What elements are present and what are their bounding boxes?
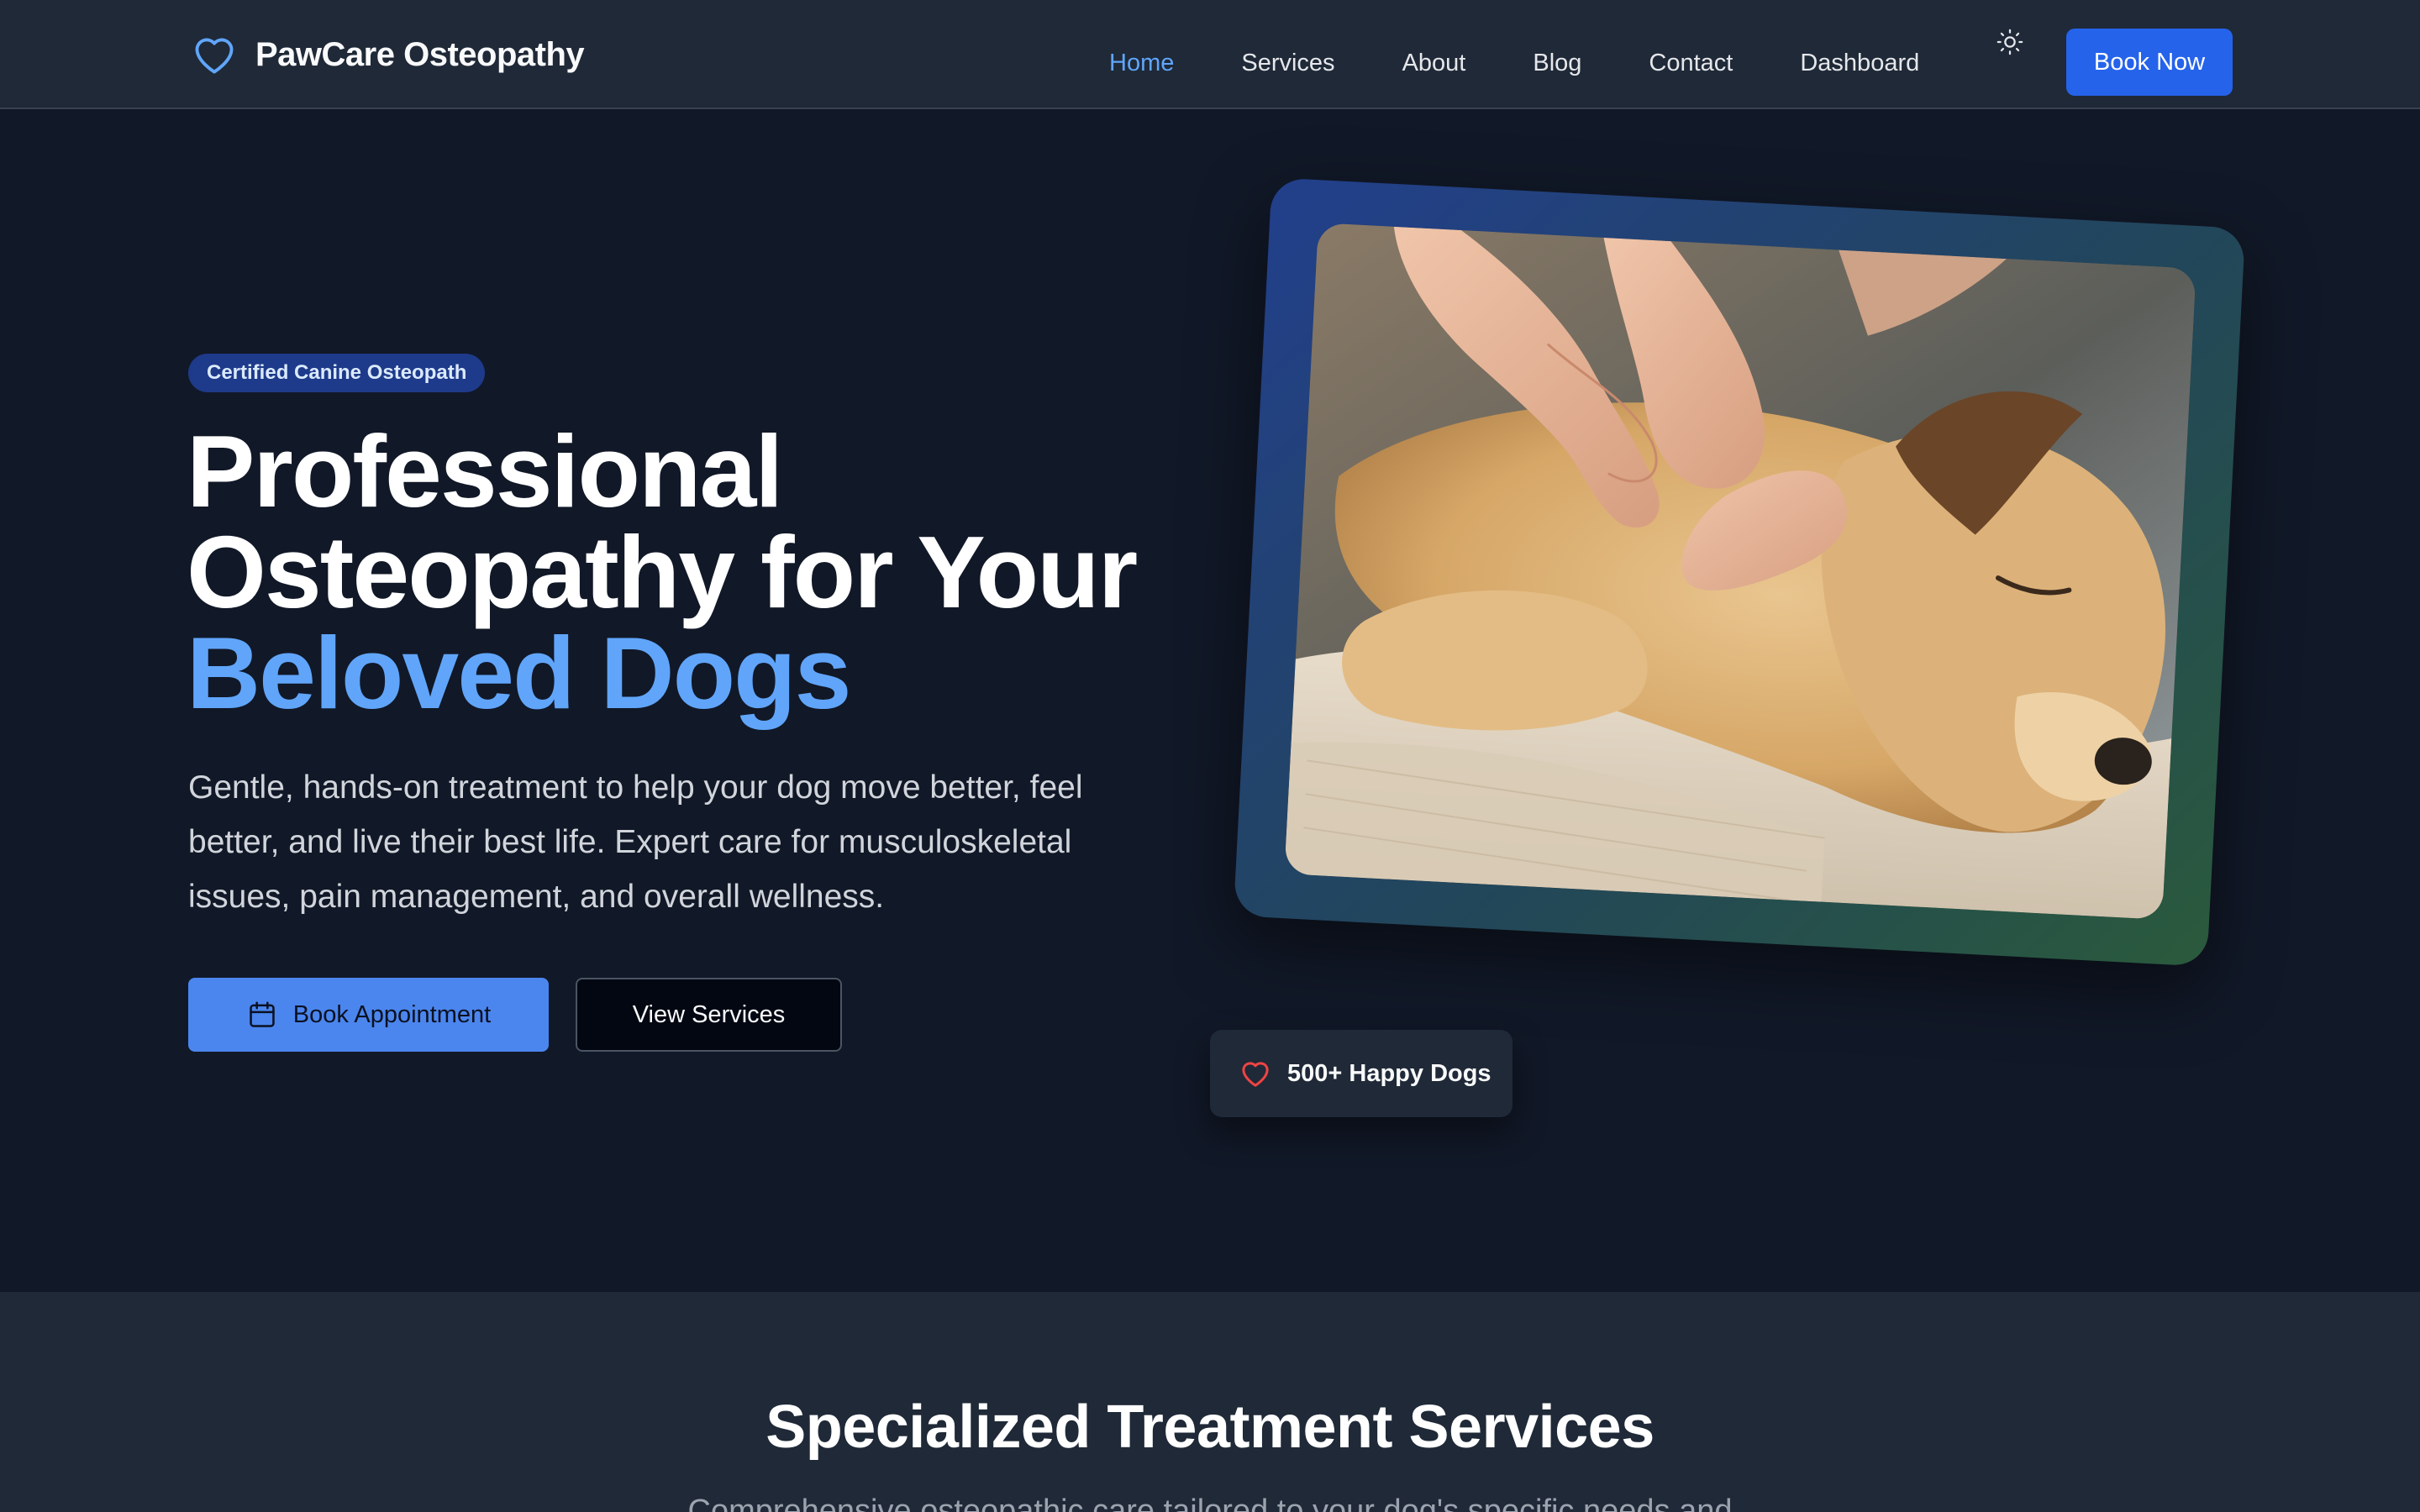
happy-dogs-card: 500+ Happy Dogs [1210,1030,1512,1117]
nav-home[interactable]: Home [1109,50,1174,77]
nav-blog[interactable]: Blog [1533,50,1581,77]
book-now-button[interactable]: Book Now [2066,29,2233,96]
hero-title-line-1: Professional [187,414,783,528]
nav-services[interactable]: Services [1241,50,1334,77]
certification-badge: Certified Canine Osteopath [188,354,486,392]
hero-title-line-2: Osteopathy for Your [187,515,1138,629]
sun-icon [1996,29,2023,55]
services-title: Specialized Treatment Services [765,1394,1655,1461]
hero-description: Gentle, hands-on treatment to help your … [188,769,1083,915]
nav-about[interactable]: About [1402,50,1466,77]
site-header: PawCare Osteopathy Home Services About B… [0,0,2420,109]
theme-toggle-button[interactable] [1991,24,2028,60]
hero-title-accent: Beloved Dogs [187,616,852,730]
nav-dashboard[interactable]: Dashboard [1800,50,1919,77]
book-appointment-label: Book Appointment [292,1000,492,1028]
brand-logo[interactable]: PawCare Osteopathy [190,29,585,81]
services-subtitle: Comprehensive osteopathic care tailored … [687,1494,1733,1512]
nav-contact[interactable]: Contact [1649,50,1733,77]
hero-title: Professional Osteopathy for Your Beloved… [187,414,1245,730]
hero-dog-photo [1284,223,2196,920]
heart-icon [195,38,234,74]
brand-name: PawCare Osteopathy [255,35,585,73]
heart-icon [1242,1062,1269,1087]
view-services-button[interactable]: View Services [576,978,842,1052]
calendar-icon [250,1001,275,1027]
services-section: Specialized Treatment Services Comprehen… [0,1292,2420,1512]
dog-massage-illustration [1284,223,2196,920]
book-appointment-button[interactable]: Book Appointment [188,978,549,1052]
main-nav: Home Services About Blog Contact Dashboa… [1109,44,1919,82]
happy-dogs-stat: 500+ Happy Dogs [1287,1059,1491,1087]
